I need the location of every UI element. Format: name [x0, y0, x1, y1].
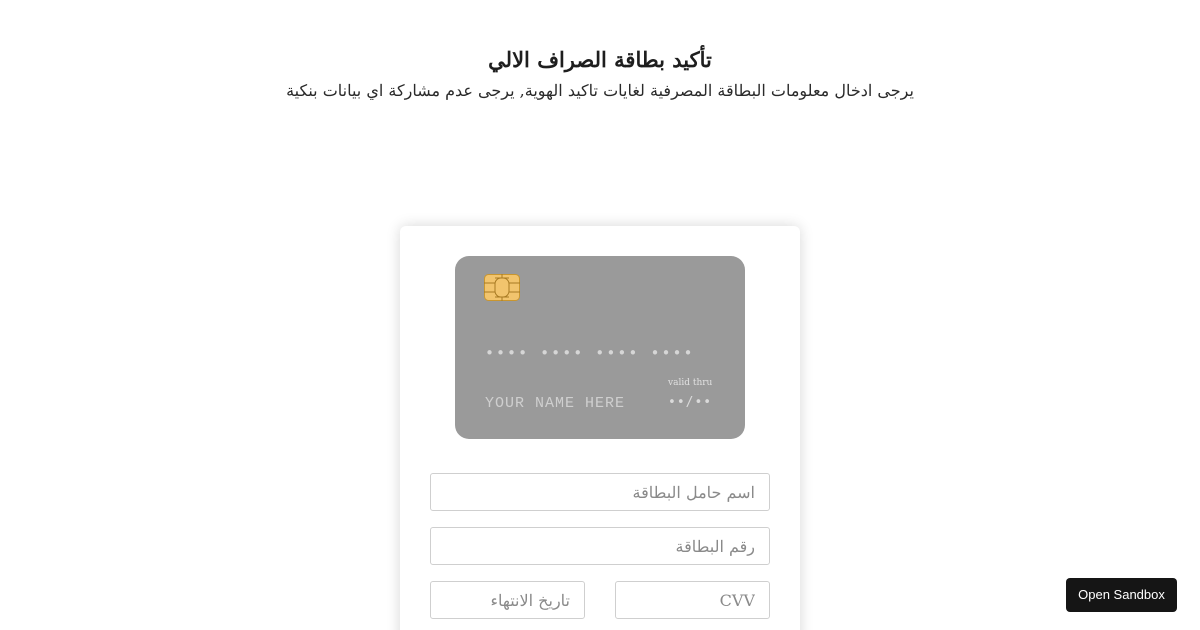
- card-form-panel: •••• •••• •••• •••• valid thru YOUR NAME…: [400, 226, 800, 630]
- chip-icon: [484, 274, 520, 301]
- valid-thru-label: valid thru: [668, 378, 713, 388]
- card-number-display: •••• •••• •••• ••••: [485, 344, 695, 362]
- card-expiry-display: ••/••: [668, 395, 713, 410]
- page: تأكيد بطاقة الصراف الالي يرجى ادخال معلو…: [0, 0, 1200, 630]
- card-preview: •••• •••• •••• •••• valid thru YOUR NAME…: [455, 256, 745, 439]
- expiry-date-input[interactable]: [430, 581, 585, 619]
- page-header: تأكيد بطاقة الصراف الالي يرجى ادخال معلو…: [0, 44, 1200, 106]
- cardholder-name-input[interactable]: [430, 473, 770, 511]
- card-number-input[interactable]: [430, 527, 770, 565]
- page-subtitle: يرجى ادخال معلومات البطاقة المصرفية لغاي…: [286, 81, 914, 100]
- cvv-input[interactable]: [615, 581, 770, 619]
- open-sandbox-button[interactable]: Open Sandbox: [1066, 578, 1177, 612]
- cardholder-name-display: YOUR NAME HERE: [485, 395, 626, 412]
- page-title: تأكيد بطاقة الصراف الالي: [488, 47, 712, 72]
